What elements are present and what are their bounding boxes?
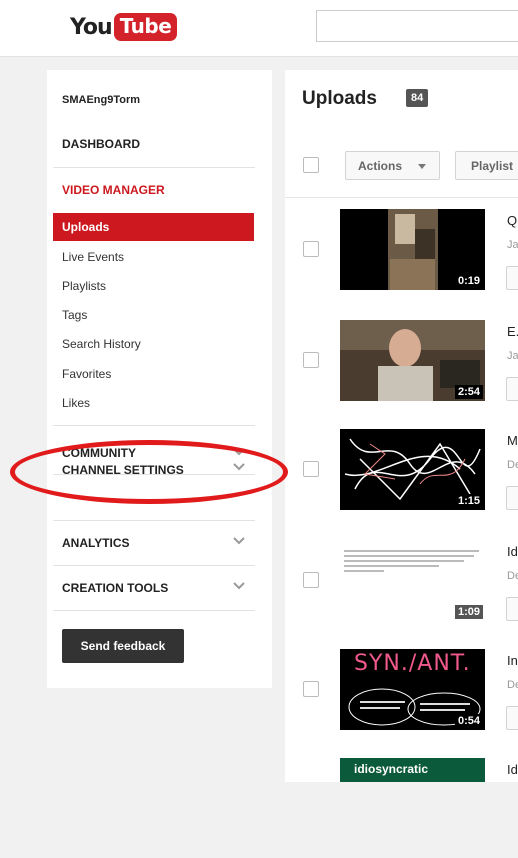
sidebar-divider (53, 167, 255, 168)
sidebar-divider (53, 565, 255, 566)
video-title[interactable]: M (507, 433, 518, 448)
video-checkbox[interactable] (303, 572, 319, 588)
video-checkbox[interactable] (303, 352, 319, 368)
chevron-down-icon[interactable] (232, 447, 246, 457)
sidebar: SMAEng9Torm DASHBOARD VIDEO MANAGER Uplo… (47, 70, 272, 688)
video-edit-button[interactable] (506, 597, 518, 621)
sidebar-item-search-history[interactable]: Search History (62, 337, 141, 351)
video-row: 2:54 E. Ja (285, 320, 518, 420)
logo-you-text: You (70, 14, 113, 40)
thumbnail-caption: SYN./ANT. (354, 651, 471, 676)
video-title[interactable]: E. (507, 324, 518, 339)
playlist-button[interactable]: Playlist (455, 151, 518, 180)
video-thumbnail[interactable]: 2:54 (340, 320, 485, 401)
sidebar-item-live-events[interactable]: Live Events (62, 250, 124, 264)
sidebar-item-video-manager[interactable]: VIDEO MANAGER (62, 183, 165, 197)
video-thumbnail[interactable]: idiosyncratic (340, 758, 485, 782)
video-date: De (507, 459, 518, 471)
thumbnail-caption: idiosyncratic (354, 762, 429, 776)
toolbar-divider (285, 197, 518, 198)
video-row: idiosyncratic Id (285, 758, 518, 858)
sidebar-divider (53, 610, 255, 611)
playlist-label: Playlist (471, 159, 514, 173)
logo-tube-text: Tube (113, 13, 178, 41)
video-row: 1:09 Id De (285, 540, 518, 640)
channel-username[interactable]: SMAEng9Torm (62, 94, 140, 106)
video-row: SYN./ANT. 0:54 In De (285, 649, 518, 749)
video-row: 1:15 M De (285, 429, 518, 529)
sidebar-item-tags[interactable]: Tags (62, 308, 87, 322)
sidebar-item-uploads[interactable]: Uploads (53, 213, 254, 241)
video-thumbnail[interactable]: 1:15 (340, 429, 485, 510)
video-title[interactable]: In (507, 653, 518, 668)
video-checkbox[interactable] (303, 241, 319, 257)
video-thumbnail[interactable]: 0:19 (340, 209, 485, 290)
sidebar-section-community[interactable]: COMMUNITY (62, 446, 136, 460)
video-date: De (507, 679, 518, 691)
video-edit-button[interactable] (506, 377, 518, 401)
select-all-checkbox[interactable] (303, 157, 319, 173)
chevron-down-icon[interactable] (232, 462, 246, 472)
youtube-logo[interactable]: You Tube (70, 11, 178, 43)
send-feedback-button[interactable]: Send feedback (62, 629, 184, 663)
upload-count-badge: 84 (406, 89, 429, 107)
video-title[interactable]: Id (507, 544, 518, 559)
video-date: Ja (507, 239, 518, 251)
uploads-panel: Uploads 84 Actions Playlist 0:19 Q Ja 2:… (285, 70, 518, 782)
video-checkbox[interactable] (303, 681, 319, 697)
video-edit-button[interactable] (506, 266, 518, 290)
video-duration: 1:09 (454, 605, 483, 619)
video-date: Ja (507, 350, 518, 362)
video-thumbnail[interactable]: 1:09 (340, 540, 485, 621)
sidebar-item-playlists[interactable]: Playlists (62, 279, 106, 293)
video-duration: 2:54 (454, 385, 483, 399)
sidebar-section-analytics[interactable]: ANALYTICS (62, 536, 130, 550)
sidebar-divider (53, 520, 255, 521)
video-edit-button[interactable] (506, 706, 518, 730)
sidebar-section-creation-tools[interactable]: CREATION TOOLS (62, 581, 168, 595)
video-thumbnail[interactable]: SYN./ANT. 0:54 (340, 649, 485, 730)
page-title: Uploads (302, 88, 377, 109)
search-input[interactable] (316, 10, 518, 42)
chevron-down-icon[interactable] (232, 581, 246, 591)
sidebar-item-favorites[interactable]: Favorites (62, 367, 111, 381)
video-duration: 1:15 (454, 494, 483, 508)
video-checkbox[interactable] (303, 461, 319, 477)
video-title[interactable]: Id (507, 762, 518, 777)
chevron-down-icon[interactable] (232, 536, 246, 546)
sidebar-item-label: Uploads (62, 220, 110, 234)
sidebar-item-dashboard[interactable]: DASHBOARD (62, 137, 140, 151)
sidebar-divider (53, 425, 255, 426)
actions-label: Actions (358, 159, 403, 173)
video-date: De (507, 570, 518, 582)
video-duration: 0:54 (454, 714, 483, 728)
video-edit-button[interactable] (506, 486, 518, 510)
video-row: 0:19 Q Ja (285, 209, 518, 309)
sidebar-section-channel-settings[interactable]: CHANNEL SETTINGS (62, 463, 184, 477)
video-title[interactable]: Q (507, 213, 517, 228)
video-duration: 0:19 (454, 274, 483, 288)
top-header: You Tube (0, 0, 518, 57)
sidebar-item-likes[interactable]: Likes (62, 396, 90, 410)
actions-dropdown-button[interactable]: Actions (345, 151, 440, 180)
caret-down-icon (418, 164, 426, 169)
